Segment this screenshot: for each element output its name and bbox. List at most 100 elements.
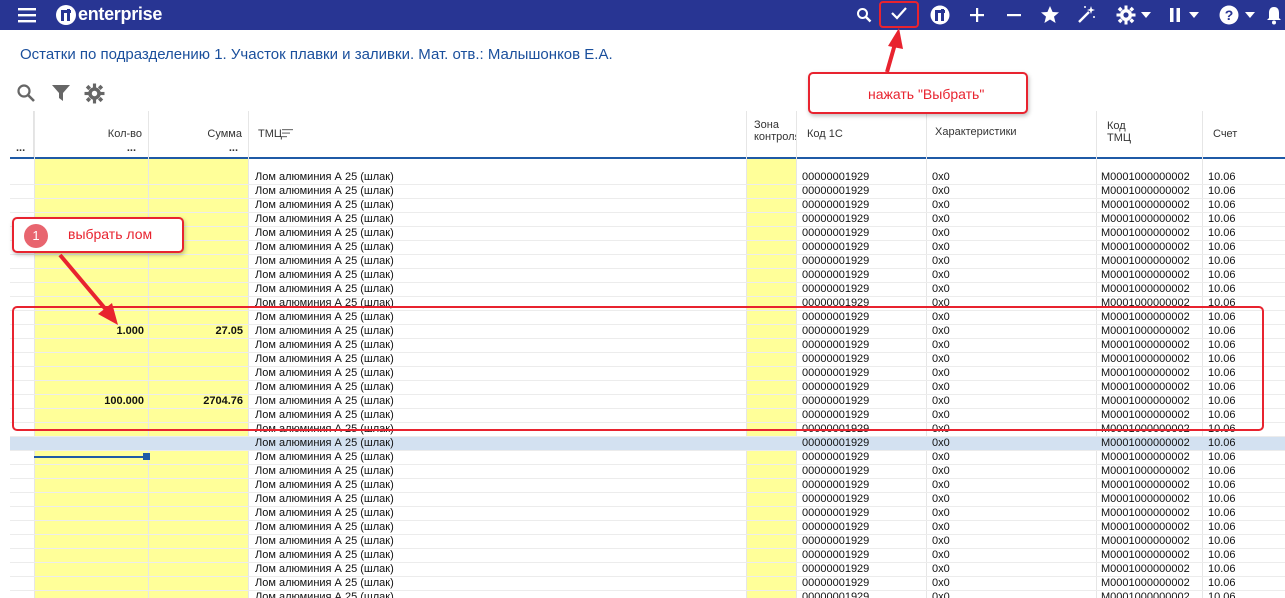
cell-sum[interactable] bbox=[149, 507, 243, 520]
cell-chars[interactable]: 0x0 bbox=[932, 521, 1082, 534]
cell-codetmc[interactable]: M0001000000002 bbox=[1101, 577, 1202, 590]
cell-qty[interactable] bbox=[34, 465, 144, 478]
star-icon[interactable] bbox=[1039, 3, 1061, 27]
cell-code1c[interactable]: 00000001929 bbox=[802, 227, 922, 240]
table-row[interactable]: Лом алюминия А 25 (шлак) 00000001929 0x0 M0… bbox=[10, 437, 1285, 451]
plus-icon[interactable] bbox=[966, 3, 988, 27]
cell-codetmc[interactable]: M0001000000002 bbox=[1101, 451, 1202, 464]
cell-account[interactable]: 10.06 bbox=[1208, 577, 1283, 590]
cell-qty[interactable] bbox=[34, 199, 144, 212]
chevron-down-icon[interactable] bbox=[1187, 3, 1201, 27]
table-row[interactable]: Лом алюминия А 25 (шлак) 00000001929 0x0 M0… bbox=[10, 521, 1285, 535]
table-row[interactable]: Лом алюминия А 25 (шлак) 00000001929 0x0 M0… bbox=[10, 255, 1285, 269]
table-row[interactable]: Лом алюминия А 25 (шлак) 00000001929 0x0 M0… bbox=[10, 493, 1285, 507]
cell-chars[interactable]: 0x0 bbox=[932, 241, 1082, 254]
cell-chars[interactable]: 0x0 bbox=[932, 507, 1082, 520]
cell-code1c[interactable]: 00000001929 bbox=[802, 171, 922, 184]
cell-account[interactable]: 10.06 bbox=[1208, 269, 1283, 282]
cell-qty[interactable] bbox=[34, 591, 144, 598]
logo-icon[interactable] bbox=[928, 3, 952, 27]
cell-code1c[interactable]: 00000001929 bbox=[802, 199, 922, 212]
cell-codetmc[interactable]: M0001000000002 bbox=[1101, 591, 1202, 598]
cell-qty[interactable] bbox=[34, 493, 144, 506]
cell-codetmc[interactable]: M0001000000002 bbox=[1101, 493, 1202, 506]
cell-account[interactable]: 10.06 bbox=[1208, 591, 1283, 598]
cell-sum[interactable] bbox=[149, 199, 243, 212]
cell-sum[interactable] bbox=[149, 465, 243, 478]
cell-account[interactable]: 10.06 bbox=[1208, 227, 1283, 240]
col-header-zone[interactable]: Зона контроля bbox=[747, 111, 797, 157]
cell-account[interactable]: 10.06 bbox=[1208, 521, 1283, 534]
table-row[interactable]: Лом алюминия А 25 (шлак) 00000001929 0x0 M0… bbox=[10, 549, 1285, 563]
cell-codetmc[interactable]: M0001000000002 bbox=[1101, 563, 1202, 576]
cell-qty[interactable] bbox=[34, 577, 144, 590]
cell-codetmc[interactable]: M0001000000002 bbox=[1101, 465, 1202, 478]
cell-cursor[interactable] bbox=[34, 456, 147, 458]
cell-account[interactable]: 10.06 bbox=[1208, 255, 1283, 268]
cell-account[interactable]: 10.06 bbox=[1208, 465, 1283, 478]
cell-name[interactable]: Лом алюминия А 25 (шлак) bbox=[255, 199, 735, 212]
cell-account[interactable]: 10.06 bbox=[1208, 283, 1283, 296]
cell-name[interactable]: Лом алюминия А 25 (шлак) bbox=[255, 213, 735, 226]
cell-code1c[interactable]: 00000001929 bbox=[802, 479, 922, 492]
cell-qty[interactable] bbox=[34, 255, 144, 268]
cell-chars[interactable]: 0x0 bbox=[932, 199, 1082, 212]
cell-account[interactable]: 10.06 bbox=[1208, 185, 1283, 198]
wand-icon[interactable] bbox=[1074, 3, 1098, 27]
cell-sum[interactable] bbox=[149, 549, 243, 562]
table-row[interactable]: Лом алюминия А 25 (шлак) 00000001929 0x0 M0… bbox=[10, 591, 1285, 598]
cell-chars[interactable]: 0x0 bbox=[932, 255, 1082, 268]
cell-name[interactable]: Лом алюминия А 25 (шлак) bbox=[255, 451, 735, 464]
cell-qty[interactable] bbox=[34, 563, 144, 576]
cell-qty[interactable] bbox=[34, 507, 144, 520]
cell-name[interactable]: Лом алюминия А 25 (шлак) bbox=[255, 493, 735, 506]
cell-code1c[interactable]: 00000001929 bbox=[802, 507, 922, 520]
help-icon[interactable]: ? bbox=[1217, 3, 1241, 27]
cell-account[interactable]: 10.06 bbox=[1208, 451, 1283, 464]
table-row[interactable]: Лом алюминия А 25 (шлак) 00000001929 0x0 M0… bbox=[10, 507, 1285, 521]
menu-icon[interactable] bbox=[14, 3, 40, 27]
table-row[interactable]: Лом алюминия А 25 (шлак) 00000001929 0x0 M0… bbox=[10, 269, 1285, 283]
cell-name[interactable]: Лом алюминия А 25 (шлак) bbox=[255, 549, 735, 562]
cell-code1c[interactable]: 00000001929 bbox=[802, 563, 922, 576]
cell-chars[interactable]: 0x0 bbox=[932, 591, 1082, 598]
table-row[interactable]: Лом алюминия А 25 (шлак) 00000001929 0x0 M0… bbox=[10, 465, 1285, 479]
cell-sum[interactable] bbox=[149, 185, 243, 198]
cell-name[interactable]: Лом алюминия А 25 (шлак) bbox=[255, 283, 735, 296]
cell-account[interactable]: 10.06 bbox=[1208, 479, 1283, 492]
cell-code1c[interactable]: 00000001929 bbox=[802, 255, 922, 268]
cell-name[interactable]: Лом алюминия А 25 (шлак) bbox=[255, 521, 735, 534]
search-icon[interactable] bbox=[853, 3, 875, 27]
cell-account[interactable]: 10.06 bbox=[1208, 213, 1283, 226]
cell-sum[interactable] bbox=[149, 563, 243, 576]
cell-codetmc[interactable]: M0001000000002 bbox=[1101, 255, 1202, 268]
cell-name[interactable]: Лом алюминия А 25 (шлак) bbox=[255, 255, 735, 268]
cell-qty[interactable] bbox=[34, 185, 144, 198]
cell-codetmc[interactable]: M0001000000002 bbox=[1101, 241, 1202, 254]
cell-qty[interactable] bbox=[34, 437, 144, 450]
col-header-code1c[interactable]: Код 1С bbox=[797, 111, 927, 157]
cell-qty[interactable] bbox=[34, 171, 144, 184]
table-row[interactable]: Лом алюминия А 25 (шлак) 00000001929 0x0 M0… bbox=[10, 451, 1285, 465]
cell-chars[interactable]: 0x0 bbox=[932, 549, 1082, 562]
cell-chars[interactable]: 0x0 bbox=[932, 283, 1082, 296]
gear-icon[interactable] bbox=[1114, 3, 1138, 27]
col-header-codetmc[interactable]: Код ТМЦ bbox=[1097, 111, 1203, 157]
cell-chars[interactable]: 0x0 bbox=[932, 479, 1082, 492]
cell-codetmc[interactable]: M0001000000002 bbox=[1101, 437, 1202, 450]
cell-sum[interactable] bbox=[149, 521, 243, 534]
cell-name[interactable]: Лом алюминия А 25 (шлак) bbox=[255, 479, 735, 492]
cell-name[interactable]: Лом алюминия А 25 (шлак) bbox=[255, 437, 735, 450]
cell-qty[interactable] bbox=[34, 479, 144, 492]
cell-name[interactable]: Лом алюминия А 25 (шлак) bbox=[255, 185, 735, 198]
cell-chars[interactable]: 0x0 bbox=[932, 577, 1082, 590]
table-row[interactable]: Лом алюминия А 25 (шлак) 00000001929 0x0 M0… bbox=[10, 227, 1285, 241]
cell-code1c[interactable]: 00000001929 bbox=[802, 269, 922, 282]
cell-codetmc[interactable]: M0001000000002 bbox=[1101, 171, 1202, 184]
table-row[interactable]: Лом алюминия А 25 (шлак) 00000001929 0x0 M0… bbox=[10, 185, 1285, 199]
table-row[interactable]: Лом алюминия А 25 (шлак) 00000001929 0x0 M0… bbox=[10, 199, 1285, 213]
minus-icon[interactable] bbox=[1003, 3, 1025, 27]
cell-codetmc[interactable]: M0001000000002 bbox=[1101, 213, 1202, 226]
cell-chars[interactable]: 0x0 bbox=[932, 493, 1082, 506]
chevron-down-icon[interactable] bbox=[1243, 3, 1257, 27]
